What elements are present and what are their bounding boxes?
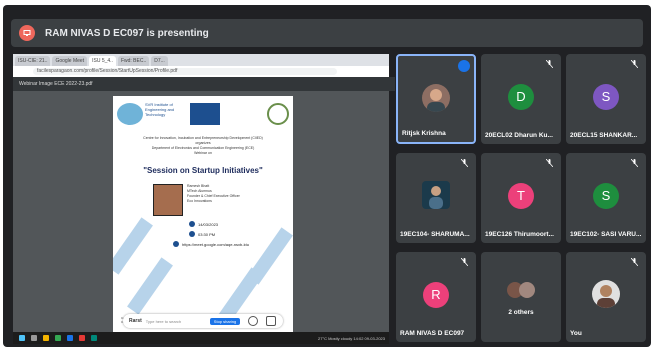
participant-tile[interactable]: S 20ECL15 SHANKAR...: [566, 54, 646, 144]
participant-name: 19EC102- SASI VARU...: [570, 231, 642, 238]
refresh-icon[interactable]: [248, 316, 259, 326]
meet-window: RAM NIVAS D EC097 is presenting ISU-CIE:…: [3, 5, 651, 347]
participant-name: You: [570, 330, 582, 337]
mic-off-icon: [546, 60, 553, 68]
browser-tab[interactable]: ISU-CIE: 21..: [15, 56, 51, 66]
system-tray: 27°C Mostly cloudy 14:02 09-03-2023: [318, 335, 385, 341]
participant-name: 20ECL02 Dharun Ku...: [485, 132, 553, 139]
participant-tile[interactable]: D 20ECL02 Dharun Ku...: [481, 54, 561, 144]
poster-link: https://meet.google.com/aqe-nsxb-ktu: [173, 241, 249, 247]
session-title: "Session on Startup Initiatives": [143, 166, 263, 175]
pdf-toolbar: Webinar Image ECE 2022-23.pdf: [13, 77, 395, 91]
avatar: D: [508, 84, 534, 110]
mic-off-icon: [461, 159, 468, 167]
browser-tab[interactable]: Google Meet: [52, 56, 88, 66]
participant-name: Ritjsk Krishna: [402, 130, 446, 137]
participant-tile[interactable]: You: [566, 252, 646, 342]
avatar: S: [593, 183, 619, 209]
pdf-viewer: SVR Institute of Engineering and Technol…: [13, 91, 389, 332]
institution-name: SVR Institute of Engineering and Technol…: [145, 102, 175, 117]
calendar-icon: [189, 221, 195, 227]
speaking-indicator-icon: [458, 60, 470, 72]
participant-tile[interactable]: Ritjsk Krishna: [396, 54, 476, 144]
speaker-details: Ramesh Bhatt MTech Alumnus Founder & Chi…: [187, 184, 240, 203]
link-icon: [173, 241, 179, 247]
search-icon[interactable]: [31, 335, 37, 341]
presenting-text: RAM NIVAS D EC097 is presenting: [45, 27, 209, 39]
mic-off-icon: [631, 159, 638, 167]
chrome-icon[interactable]: [55, 335, 61, 341]
stop-sharing-button[interactable]: Stop sharing: [209, 317, 241, 325]
speaker-photo: [153, 184, 183, 216]
poster-date: 14/03/2023: [189, 221, 218, 227]
avatar: T: [508, 183, 534, 209]
poster-organiser: Centre for Innovation, Incubation and En…: [143, 136, 263, 155]
institution-logo: [117, 103, 143, 125]
shared-screen: ISU-CIE: 21.. Google Meet ISU 5_4.. Fwd:…: [13, 54, 395, 344]
mic-off-icon: [631, 60, 638, 68]
search-field[interactable]: Type here to search: [146, 319, 206, 324]
participant-photo: [422, 84, 450, 112]
meet-app-icon[interactable]: [91, 335, 97, 341]
participant-tile[interactable]: T 19EC126 Thirumoort...: [481, 153, 561, 243]
app-icon[interactable]: [67, 335, 73, 341]
others-group-icon: [504, 278, 538, 306]
url-field[interactable]: facilesparagaon.com/profile/Session/Star…: [33, 68, 337, 75]
participant-name: 20ECL15 SHANKAR...: [570, 132, 638, 139]
pdf-app-icon[interactable]: [79, 335, 85, 341]
browser-tab[interactable]: Fwd: BEC..: [117, 56, 150, 66]
mic-off-icon: [461, 258, 468, 266]
present-screen-icon: [19, 25, 35, 41]
avatar: R: [423, 282, 449, 308]
app-label: Rarst: [129, 318, 142, 324]
browser-tab[interactable]: D7...: [151, 56, 168, 66]
participant-tile[interactable]: 2 others: [481, 252, 561, 342]
participant-name: 19EC104- SHARUMA...: [400, 231, 470, 238]
participant-photo: [592, 280, 620, 308]
clock-icon: [189, 231, 195, 237]
participant-photo: [422, 181, 450, 209]
windows-taskbar: 27°C Mostly cloudy 14:02 09-03-2023: [13, 332, 389, 344]
participant-name: 19EC126 Thirumoort...: [485, 231, 554, 238]
poster-time: 03:30 PM: [189, 231, 215, 237]
mic-off-icon: [631, 258, 638, 266]
emblem-logo: [267, 103, 289, 125]
avatar: S: [593, 84, 619, 110]
presenting-banner: RAM NIVAS D EC097 is presenting: [11, 19, 643, 47]
participant-tile[interactable]: S 19EC102- SASI VARU...: [566, 153, 646, 243]
participant-tile[interactable]: 19EC104- SHARUMA...: [396, 153, 476, 243]
browser-tab[interactable]: ISU 5_4..: [89, 56, 116, 66]
start-icon[interactable]: [19, 335, 25, 341]
folder-icon[interactable]: [43, 335, 49, 341]
poster-logos: [117, 100, 289, 128]
mic-off-icon: [546, 159, 553, 167]
participant-name: 2 others: [508, 309, 534, 316]
screen-share-controls: Rarst Type here to search Stop sharing: [123, 314, 283, 328]
participant-name: RAM NIVAS D EC097: [400, 330, 465, 337]
check-icon[interactable]: [266, 316, 277, 326]
browser-address-bar: facilesparagaon.com/profile/Session/Star…: [13, 66, 389, 77]
participant-tile[interactable]: R RAM NIVAS D EC097: [396, 252, 476, 342]
browser-tab-strip: ISU-CIE: 21.. Google Meet ISU 5_4.. Fwd:…: [13, 54, 389, 66]
webinar-poster: SVR Institute of Engineering and Technol…: [113, 96, 293, 332]
